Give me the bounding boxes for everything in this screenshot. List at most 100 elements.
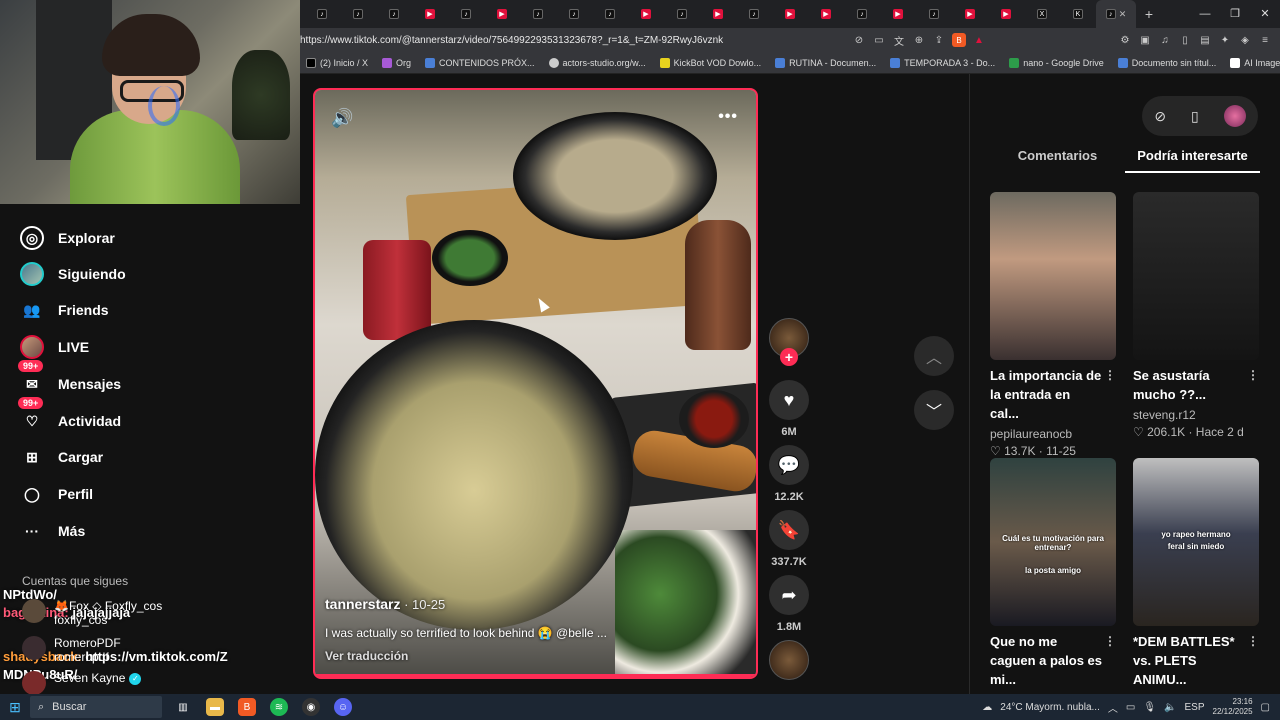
sidebar-item-explorar[interactable]: ◎ Explorar [20,226,115,250]
browser-tab[interactable]: ♪ [304,0,340,28]
bookmark-item[interactable]: CONTENIDOS PRÓX... [425,57,535,68]
video-username[interactable]: tannerstarz [325,596,400,612]
vpn-icon[interactable]: ◈ [1238,33,1252,47]
browser-tab[interactable]: ♪ [844,0,880,28]
browser-tab[interactable]: ♪ [340,0,376,28]
video-progress-bar[interactable] [315,674,756,677]
card-title[interactable]: La importancia de la entrada en cal... ⋮ [990,366,1116,423]
speaker-icon[interactable]: 🔈 [1164,702,1176,713]
browser-tab[interactable]: ♪ [376,0,412,28]
creator-avatar[interactable]: + [768,318,810,366]
close-window-icon[interactable]: ✕ [1250,0,1280,28]
weather-label[interactable]: 24°C Mayorm. nubla... [1000,702,1100,713]
screenshot-icon[interactable]: ▣ [1138,33,1152,47]
sidebar-item-mensajes[interactable]: ✉ 99+ Mensajes [18,360,121,396]
brave-shields-icon[interactable]: B [952,33,966,47]
bookmark-item[interactable]: TEMPORADA 3 - Do... [890,57,995,68]
share-icon[interactable]: ⇪ [932,33,946,47]
bookmark-item[interactable]: Documento sin títul... [1117,57,1216,68]
music-disc-icon[interactable] [769,640,809,680]
bookmark-item[interactable]: RUTINA - Documen... [775,57,876,68]
card-title[interactable]: Que no me caguen a palos es mi... ⋮ [990,632,1116,689]
media-icon[interactable]: ♫ [1158,33,1172,47]
avatar[interactable] [1223,105,1246,127]
tab-comentarios[interactable]: Comentarios [990,148,1125,173]
card-more-icon[interactable]: ⋮ [1247,366,1259,385]
bookmark-item[interactable]: (2) Inicio / X [306,57,368,68]
browser-tab[interactable]: ▶ [484,0,520,28]
sidebar-item-actividad[interactable]: ♡ 99+ Actividad [18,397,121,433]
zoom-icon[interactable]: ⊕ [912,33,926,47]
translate-link[interactable]: Ver traducción [325,649,408,663]
browser-tab[interactable]: ▶ [808,0,844,28]
brave-rewards-icon[interactable]: ▲ [972,33,986,47]
bookmark-item[interactable]: KickBot VOD Dowlo... [659,57,761,68]
video-more-icon[interactable]: ••• [718,108,738,126]
tab-close-icon[interactable]: ✕ [1119,9,1127,20]
recommended-video-card[interactable]: Cuál es tu motivación para entrenar? la p… [990,458,1116,707]
network-icon[interactable]: ▭ [1126,702,1135,713]
sidebar-item-ms[interactable]: ··· Más [20,519,85,543]
following-account[interactable]: RomeroPDF romeropdf [22,636,121,664]
card-more-icon[interactable]: ⋮ [1104,632,1116,651]
browser-tab[interactable]: ▶ [628,0,664,28]
comment-icon[interactable]: 💬 [769,445,809,485]
discord-icon[interactable]: ☺ [334,698,352,716]
browser-tab[interactable]: ♪ [916,0,952,28]
share-action[interactable]: ➦ 1.8M [768,575,810,633]
notifications-icon[interactable]: ▢ [1261,702,1270,713]
browser-tab[interactable]: X [1024,0,1060,28]
spotify-icon[interactable]: ≋ [270,698,288,716]
heart-icon[interactable]: ♥ [769,380,809,420]
reader-mode-icon[interactable]: ⊘ [852,33,866,47]
bookmark-item[interactable]: AI Image Upscaler |... [1230,57,1280,68]
card-author[interactable]: steveng.r12 [1133,408,1259,422]
leo-icon[interactable]: ✦ [1218,33,1232,47]
clock[interactable]: 23:16 22/12/2025 [1213,697,1253,717]
language-indicator[interactable]: ESP [1184,702,1204,713]
chevron-down-icon[interactable]: ﹀ [914,390,954,430]
browser-tab[interactable]: ♪ [556,0,592,28]
browser-tab[interactable]: ▶ [880,0,916,28]
mic-icon[interactable]: 🎙 [1143,702,1156,713]
browser-tab[interactable]: ▶ [772,0,808,28]
browser-tab[interactable]: ▶ [700,0,736,28]
volume-icon[interactable]: 🔊 [331,108,353,128]
follow-plus-icon[interactable]: + [780,348,798,366]
browser-tab[interactable]: ♪ [592,0,628,28]
card-more-icon[interactable]: ⋮ [1247,632,1259,651]
avatar[interactable] [22,636,46,660]
maximize-icon[interactable]: ❐ [1220,0,1250,28]
video-thumbnail[interactable]: Cuál es tu motivación para entrenar? la p… [990,458,1116,626]
new-tab-button[interactable]: + [1136,6,1162,22]
music-disc[interactable] [768,640,810,680]
chevron-up-icon[interactable]: ︿ [914,336,954,376]
browser-tab[interactable]: ♪ [736,0,772,28]
card-title[interactable]: *DEM BATTLES* vs. PLETS ANIMU... ⋮ [1133,632,1259,689]
sidebar-item-live[interactable]: LIVE [20,335,89,359]
cast-icon[interactable]: ▭ [872,33,886,47]
video-thumbnail[interactable] [1133,192,1259,360]
tab-podria-interesarte[interactable]: Podría interesarte [1125,148,1260,173]
taskbar-search[interactable]: ⌕ Buscar [30,696,162,718]
sidebar-toggle-icon[interactable]: ▯ [1178,33,1192,47]
coin-icon[interactable]: ⊘ [1154,108,1166,125]
tray-chevron-icon[interactable]: ︿ [1108,700,1118,715]
video-author[interactable]: tannerstarz · 10-25 [325,596,445,612]
minimize-icon[interactable]: — [1190,0,1220,28]
following-account[interactable]: 🦊Fox ◇ Foxfly_cos foxfly_cos [22,599,162,627]
sidebar-item-perfil[interactable]: ◯ Perfil [20,482,93,506]
extensions-icon[interactable]: ⚙ [1118,33,1132,47]
bookmark-item[interactable]: actors-studio.org/w... [548,57,646,68]
url-field[interactable]: https://www.tiktok.com/@tannerstarz/vide… [300,35,852,46]
browser-tab[interactable]: ♪ [520,0,556,28]
bookmark-item[interactable]: Org [382,57,411,68]
avatar[interactable] [22,671,46,695]
device-icon[interactable]: ▯ [1191,108,1199,125]
file-explorer-icon[interactable]: ▬ [206,698,224,716]
bookmark-item[interactable]: nano - Google Drive [1009,57,1104,68]
recommended-video-card[interactable]: Se asustaría mucho ??... ⋮ steveng.r12 ♡ 20… [1133,192,1259,439]
save-action[interactable]: 🔖 337.7K [768,510,810,568]
video-player[interactable]: 🔊 ••• tannerstarz · 10-25 I was actually… [313,88,758,679]
brave-browser-icon[interactable]: B [238,698,256,716]
